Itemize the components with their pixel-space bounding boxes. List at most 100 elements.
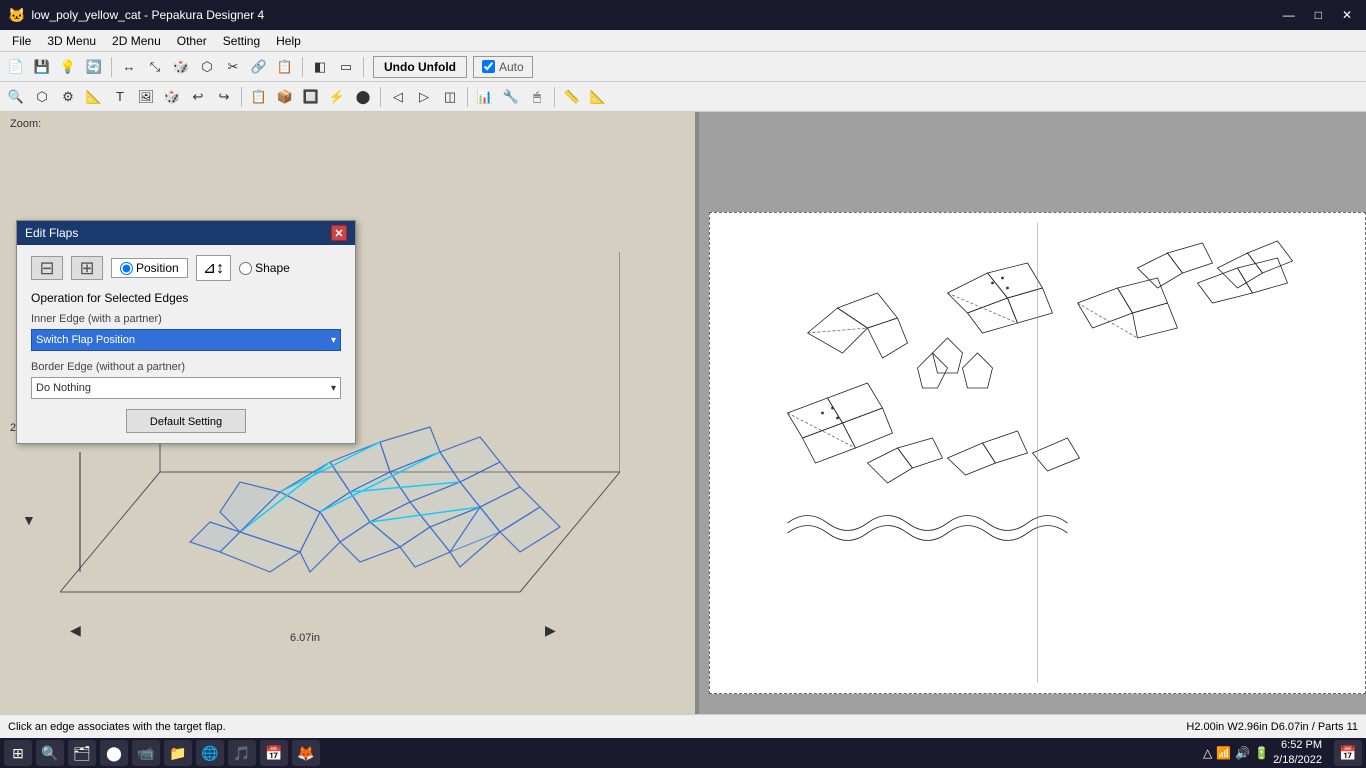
menu-setting[interactable]: Setting (215, 32, 268, 50)
shape-label: Shape (255, 261, 290, 275)
menu-other[interactable]: Other (169, 32, 215, 50)
dim-width-label: 6.07in (290, 632, 320, 644)
ruler-button[interactable]: 📏 (560, 85, 584, 109)
dialog-close-button[interactable]: ✕ (331, 225, 347, 241)
menu-help[interactable]: Help (268, 32, 309, 50)
undo-button[interactable]: ↩ (186, 85, 210, 109)
light-button[interactable]: 💡 (56, 55, 80, 79)
grid-button[interactable]: 🔲 (299, 85, 323, 109)
cut-button[interactable]: ✂ (221, 55, 245, 79)
taskbar-time: 6:52 PM (1273, 738, 1322, 753)
panel-left-button[interactable]: ◁ (386, 85, 410, 109)
view-button[interactable]: ▭ (334, 55, 358, 79)
cursor-button[interactable]: 🖱 (525, 85, 549, 109)
taskbar-notification-icon[interactable]: △ (1203, 746, 1212, 760)
chart-button[interactable]: 📊 (473, 85, 497, 109)
3d-button[interactable]: 🎲 (160, 85, 184, 109)
position-radio-option[interactable]: Position (120, 261, 179, 275)
shape-button[interactable]: ⬡ (195, 55, 219, 79)
inner-edge-arrow: ▾ (331, 335, 336, 346)
taskbar-app-1[interactable]: ⬤ (100, 740, 128, 766)
shape-radio-option[interactable]: Shape (239, 261, 290, 275)
shape-radio[interactable] (239, 262, 252, 275)
menu-2dmenu[interactable]: 2D Menu (104, 32, 169, 50)
maximize-button[interactable]: □ (1309, 6, 1328, 24)
redo-button[interactable]: ↪ (212, 85, 236, 109)
toolbar2-sep-1 (241, 87, 242, 107)
lightning-button[interactable]: ⚡ (325, 85, 349, 109)
measure-button[interactable]: 📐 (82, 85, 106, 109)
toolbar1: 📄 💾 💡 🔄 ↔ ⤡ 🎲 ⬡ ✂ 🔗 📋 ◧ ▭ Undo Unfold Au… (0, 52, 1366, 82)
titlebar-left: 🐱 low_poly_yellow_cat - Pepakura Designe… (8, 7, 264, 24)
taskbar-battery-icon[interactable]: 🔋 (1254, 746, 1269, 760)
tool-button[interactable]: 🔧 (499, 85, 523, 109)
position-label: Position (136, 261, 179, 275)
dialog-content: ⊟ ⊞ Position ⊿↕ Shape (17, 245, 355, 443)
taskbar-sys-icons: △ 📶 🔊 🔋 (1203, 746, 1269, 760)
statusbar-left: Click an edge associates with the target… (8, 721, 226, 733)
dialog-tabs: ⊟ ⊞ Position ⊿↕ Shape (31, 255, 341, 281)
task-view-button[interactable]: 🗂 (68, 740, 96, 766)
rotate-button[interactable]: 🔄 (82, 55, 106, 79)
toolbar2: 🔍 ⬡ ⚙ 📐 T 🖼 🎲 ↩ ↪ 📋 📦 🔲 ⚡ ⬤ ◁ ▷ ◫ 📊 🔧 🖱 … (0, 82, 1366, 112)
border-edge-dropdown[interactable]: Do Nothing ▾ (31, 377, 341, 399)
taskbar-app-7[interactable]: 🦊 (292, 740, 320, 766)
clipboard-button[interactable]: 📋 (273, 55, 297, 79)
new-button[interactable]: 📄 (4, 55, 28, 79)
taskbar-date: 2/18/2022 (1273, 753, 1322, 768)
inner-edge-dropdown[interactable]: Switch Flap Position ▾ (31, 329, 341, 351)
close-button[interactable]: ✕ (1336, 6, 1358, 24)
auto-label: Auto (499, 60, 524, 74)
taskbar-app-4[interactable]: 🌐 (196, 740, 224, 766)
taskbar: ⊞ 🔍 🗂 ⬤ 📹 📁 🌐 🎵 📅 🦊 △ 📶 🔊 🔋 6:52 PM 2/18… (0, 738, 1366, 768)
scale-button[interactable]: ⤡ (143, 55, 167, 79)
join-button[interactable]: 📋 (247, 85, 271, 109)
menubar: File 3D Menu 2D Menu Other Setting Help (0, 30, 1366, 52)
angle-button[interactable]: 📐 (586, 85, 610, 109)
start-button[interactable]: ⊞ (4, 740, 32, 766)
auto-button[interactable]: Auto (473, 56, 533, 78)
inner-edge-label: Inner Edge (with a partner) (31, 313, 341, 325)
select-button[interactable]: ⬡ (30, 85, 54, 109)
dialog-tab-icon-2[interactable]: ⊞ (71, 256, 103, 280)
statusbar-right: H2.00in W2.96in D6.07in / Parts 11 (1186, 721, 1358, 733)
panel-right-button[interactable]: ▷ (412, 85, 436, 109)
dot-button[interactable]: ⬤ (351, 85, 375, 109)
dialog-title: Edit Flaps (25, 226, 78, 240)
panel-3d[interactable]: Zoom: (0, 112, 695, 714)
taskbar-app-2[interactable]: 📹 (132, 740, 160, 766)
toolbar-separator-3 (363, 57, 364, 77)
taskbar-clock[interactable]: 6:52 PM 2/18/2022 (1273, 738, 1330, 768)
taskbar-app-6[interactable]: 📅 (260, 740, 288, 766)
auto-checkbox[interactable] (482, 60, 495, 73)
search-button[interactable]: 🔍 (36, 740, 64, 766)
dialog-tab-icon-1[interactable]: ⊟ (31, 256, 63, 280)
minimize-button[interactable]: — (1277, 6, 1301, 24)
text-button[interactable]: T (108, 85, 132, 109)
panel-both-button[interactable]: ◫ (438, 85, 462, 109)
cube-button[interactable]: 🎲 (169, 55, 193, 79)
move-button[interactable]: ↔ (117, 55, 141, 79)
zoom-label: Zoom: (10, 118, 41, 130)
dim-width-arrow-left: ◀ (70, 622, 81, 639)
panel-2d[interactable] (699, 112, 1366, 714)
default-setting-button[interactable]: Default Setting (126, 409, 246, 433)
taskbar-calendar-button[interactable]: 📅 (1334, 740, 1362, 766)
box-button[interactable]: 📦 (273, 85, 297, 109)
link-button[interactable]: 🔗 (247, 55, 271, 79)
image-button[interactable]: 🖼 (134, 85, 158, 109)
settings-button[interactable]: ⚙ (56, 85, 80, 109)
position-radio[interactable] (120, 262, 133, 275)
taskbar-app-5[interactable]: 🎵 (228, 740, 256, 766)
taskbar-app-3[interactable]: 📁 (164, 740, 192, 766)
zoom-button[interactable]: 🔍 (4, 85, 28, 109)
split-view-button[interactable]: ◧ (308, 55, 332, 79)
save-button[interactable]: 💾 (30, 55, 54, 79)
taskbar-volume-icon[interactable]: 🔊 (1235, 746, 1250, 760)
toolbar2-sep-2 (380, 87, 381, 107)
undo-unfold-button[interactable]: Undo Unfold (373, 56, 467, 78)
menu-file[interactable]: File (4, 32, 39, 50)
taskbar-wifi-icon[interactable]: 📶 (1216, 746, 1231, 760)
toolbar-separator-1 (111, 57, 112, 77)
menu-3dmenu[interactable]: 3D Menu (39, 32, 104, 50)
